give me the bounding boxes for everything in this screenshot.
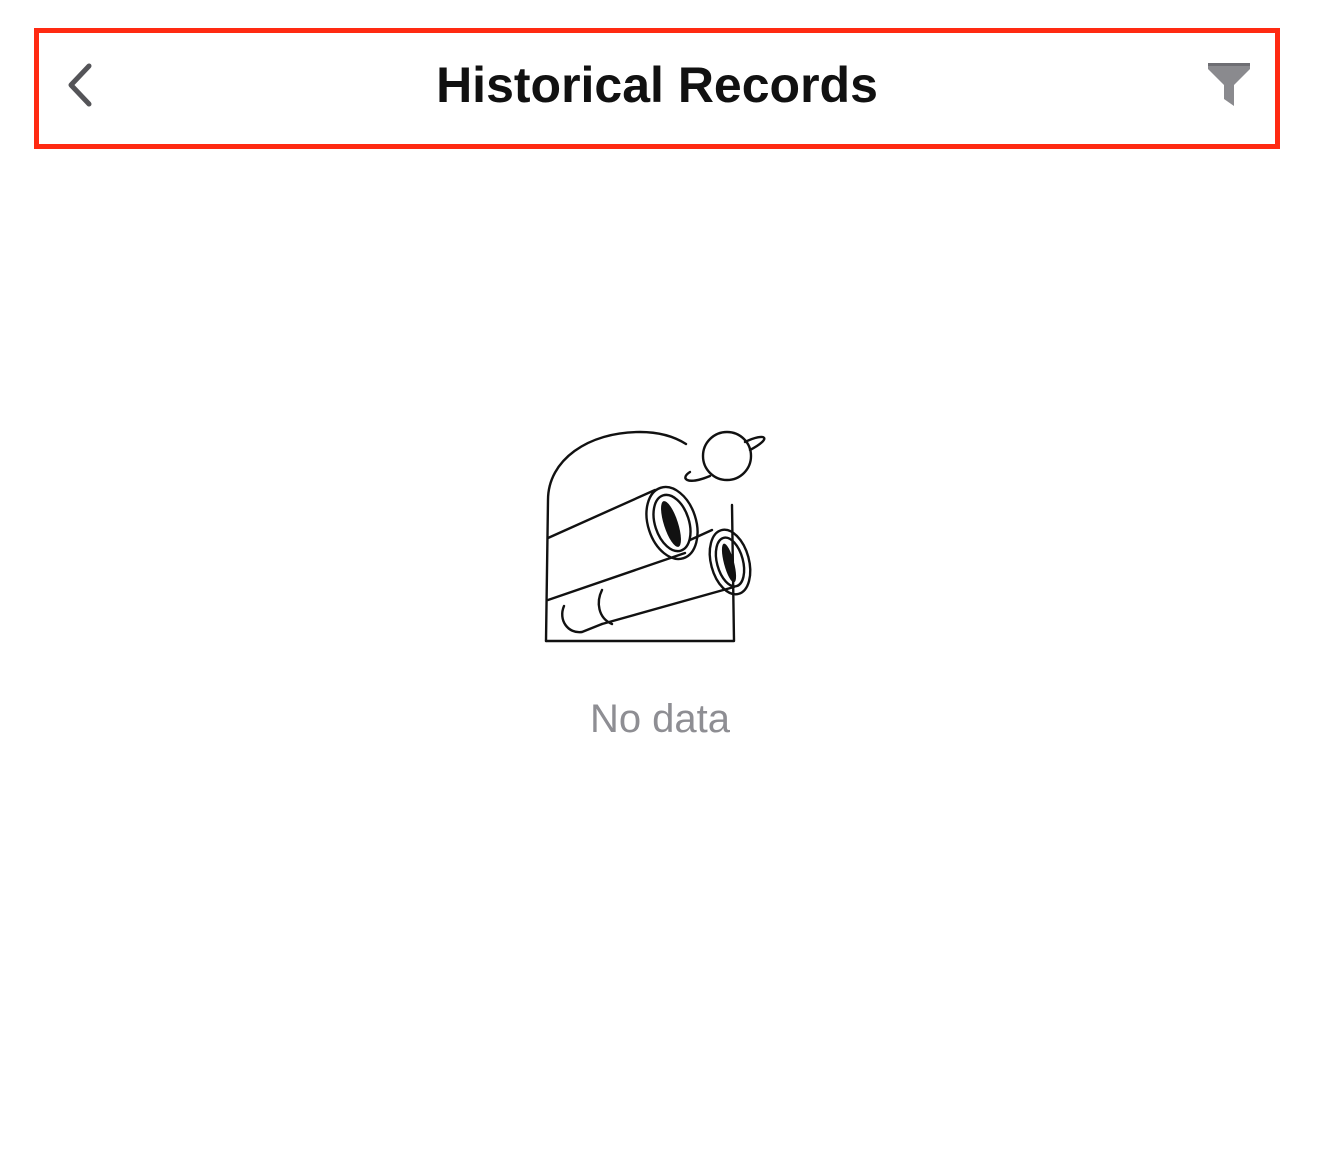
empty-state: No data	[0, 420, 1320, 744]
filter-button[interactable]	[1201, 57, 1257, 113]
filter-icon	[1208, 63, 1250, 106]
historical-records-screen: Historical Records No data	[0, 0, 1320, 1163]
nav-header: Historical Records	[39, 33, 1275, 144]
empty-message: No data	[589, 697, 731, 741]
page-title: Historical Records	[436, 57, 878, 113]
binoculars-planet-illustration	[544, 430, 766, 643]
